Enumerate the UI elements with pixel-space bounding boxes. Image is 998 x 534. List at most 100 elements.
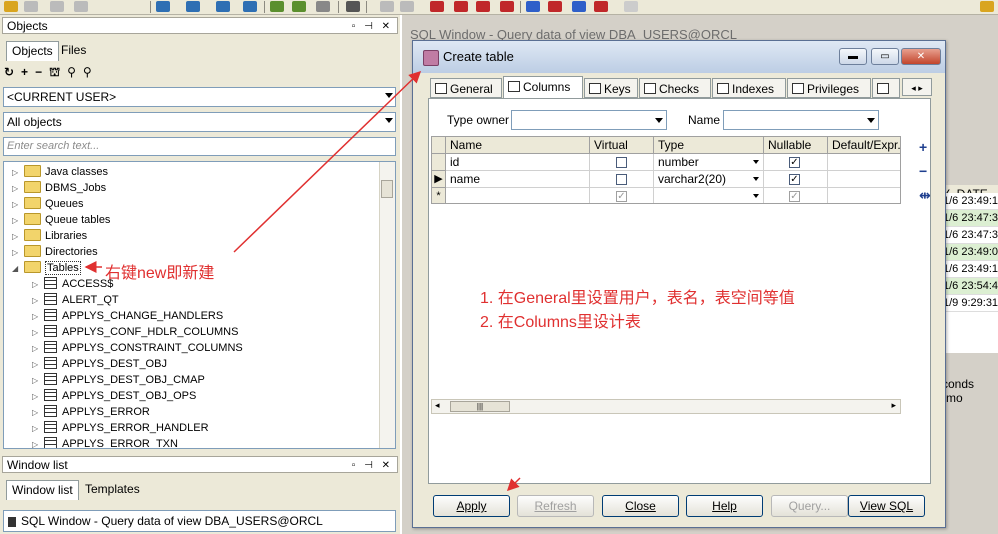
database-icon[interactable] — [156, 1, 170, 12]
checkbox-checked[interactable]: ✓ — [616, 191, 627, 202]
tab-files[interactable]: Files — [56, 41, 91, 61]
tree-folder-item[interactable]: ◢ Tables — [12, 260, 81, 276]
maximize-button[interactable]: ▭ — [871, 48, 899, 65]
arrow-left-icon[interactable] — [594, 1, 608, 12]
object-toolbar[interactable]: ↻+−⛫⚲⚲ — [4, 65, 99, 81]
tree-table-item[interactable]: ▷ APPLYS_ERROR_TXN — [32, 436, 178, 448]
database-icon[interactable] — [243, 1, 257, 12]
bookmark-icon[interactable] — [476, 1, 490, 12]
bookmark-icon[interactable] — [500, 1, 514, 12]
collapse-icon[interactable]: ◢ — [12, 261, 21, 277]
tree-folder-item[interactable]: ▷ Queues — [12, 196, 84, 212]
row-indicator[interactable]: ▶ — [432, 171, 446, 188]
tab-columns[interactable]: Columns — [503, 76, 583, 98]
tree-table-item[interactable]: ▷ APPLYS_ERROR — [32, 404, 150, 420]
check-icon[interactable] — [270, 1, 284, 12]
virtual-checkbox-cell[interactable] — [590, 154, 654, 171]
bookmark-icon[interactable] — [454, 1, 468, 12]
expand-icon[interactable]: ▷ — [32, 437, 41, 448]
expand-icon[interactable]: ▷ — [32, 405, 41, 421]
filter-combo[interactable]: All objects — [3, 112, 396, 132]
column-name-cell[interactable] — [446, 188, 590, 203]
columns-grid[interactable]: Name Virtual Type Nullable Default/Expr.… — [431, 136, 901, 204]
expand-icon[interactable]: ▷ — [12, 245, 21, 261]
chevron-down-icon[interactable] — [753, 194, 759, 198]
tree-table-item[interactable]: ▷ APPLYS_CONSTRAINT_COLUMNS — [32, 340, 243, 356]
help-button[interactable]: Help — [686, 495, 763, 517]
arrow-right-icon[interactable] — [526, 1, 540, 12]
column-default-cell[interactable] — [828, 171, 900, 188]
grid-icon[interactable] — [316, 1, 330, 12]
tree-table-item[interactable]: ▷ APPLYS_ERROR_HANDLER — [32, 420, 209, 436]
settings-icon[interactable] — [50, 1, 64, 12]
grid-header-name[interactable]: Name — [446, 137, 590, 154]
database-icon[interactable] — [186, 1, 200, 12]
arrow-icon[interactable] — [74, 1, 88, 12]
expand-icon[interactable]: ▷ — [32, 373, 41, 389]
expand-icon[interactable]: ▷ — [32, 341, 41, 357]
grid-header-nullable[interactable]: Nullable — [764, 137, 828, 154]
checkbox[interactable] — [616, 174, 627, 185]
expand-icon[interactable]: ▷ — [12, 165, 21, 181]
column-type-cell[interactable] — [654, 188, 764, 203]
expand-icon[interactable]: ▷ — [12, 229, 21, 245]
tree-table-item[interactable]: ▷ APPLYS_CONF_HDLR_COLUMNS — [32, 324, 238, 340]
chevron-down-icon[interactable] — [753, 177, 759, 181]
result-cell[interactable]: 1/6 23:49:1 — [943, 261, 998, 278]
result-cell[interactable]: 1/6 23:47:3 — [943, 210, 998, 227]
tab-checks[interactable]: Checks — [639, 78, 711, 98]
scroll-left-icon[interactable]: ◂ — [435, 400, 440, 411]
nullable-checkbox-cell[interactable]: ✓ — [764, 171, 828, 188]
scrollbar-thumb[interactable] — [381, 180, 393, 198]
grid-header-virtual[interactable]: Virtual — [590, 137, 654, 154]
grid-hscrollbar[interactable]: ◂ ||| ▸ — [431, 399, 901, 414]
view-sql-button[interactable]: View SQL — [848, 495, 925, 517]
tab-privileges[interactable]: Privileges — [787, 78, 871, 98]
tree-folder-item[interactable]: ▷ Java classes — [12, 164, 108, 180]
grid-header-type[interactable]: Type — [654, 137, 764, 154]
scroll-right-icon[interactable]: ▸ — [891, 400, 896, 411]
tree-table-item[interactable]: ▷ APPLYS_DEST_OBJ_OPS — [32, 388, 196, 404]
scrollbar-thumb[interactable]: ||| — [450, 401, 510, 412]
close-icon[interactable]: ✕ — [901, 48, 941, 65]
tab-scroll-arrows[interactable]: ◂ ▸ — [902, 78, 932, 96]
type-owner-combo[interactable] — [511, 110, 667, 130]
database-icon[interactable] — [216, 1, 230, 12]
help-icon[interactable] — [980, 1, 994, 12]
expand-icon[interactable]: ▷ — [32, 309, 41, 325]
expand-icon[interactable]: ▷ — [32, 277, 41, 293]
tree-table-item[interactable]: ▷ APPLYS_DEST_OBJ — [32, 356, 167, 372]
checkbox-checked[interactable]: ✓ — [789, 157, 800, 168]
bullet-icon[interactable] — [380, 1, 394, 12]
expand-icon[interactable]: ▷ — [12, 197, 21, 213]
tab-window-list[interactable]: Window list — [6, 480, 79, 500]
refresh-button[interactable]: Refresh — [517, 495, 594, 517]
wrench-icon[interactable] — [346, 1, 360, 12]
arrow-right-icon[interactable] — [572, 1, 586, 12]
minimize-button[interactable]: ▬ — [839, 48, 867, 65]
row-indicator[interactable] — [432, 154, 446, 171]
tab-templates[interactable]: Templates — [80, 480, 145, 500]
tree-table-item[interactable]: ▷ APPLYS_CHANGE_HANDLERS — [32, 308, 223, 324]
panel-buttons[interactable]: ▫ ⊣ ✕ — [352, 18, 393, 35]
window-icon[interactable] — [624, 1, 638, 12]
result-cell[interactable]: 1/9 9:29:31 — [943, 295, 998, 312]
result-cell[interactable]: 1/6 23:47:3 — [943, 227, 998, 244]
tree-folder-item[interactable]: ▷ Libraries — [12, 228, 87, 244]
user-combo[interactable]: <CURRENT USER> — [3, 87, 396, 107]
tab-objects[interactable]: Objects — [6, 41, 59, 61]
tab-indexes[interactable]: Indexes — [712, 78, 786, 98]
column-default-cell[interactable] — [828, 188, 900, 203]
apply-button[interactable]: Apply — [433, 495, 510, 517]
tree-table-item[interactable]: ▷ ALERT_QT — [32, 292, 119, 308]
window-list-item[interactable]: SQL Window - Query data of view DBA_USER… — [3, 510, 396, 532]
search-input[interactable]: Enter search text... — [3, 137, 396, 156]
move-column-icon[interactable]: ⇹ — [919, 187, 931, 204]
column-type-cell[interactable]: number — [654, 154, 764, 171]
virtual-checkbox-cell[interactable]: ✓ — [590, 188, 654, 203]
tree-scrollbar[interactable] — [379, 162, 395, 448]
expand-icon[interactable]: ▷ — [12, 181, 21, 197]
expand-icon[interactable]: ▷ — [12, 213, 21, 229]
tree-folder-item[interactable]: ▷ DBMS_Jobs — [12, 180, 106, 196]
tab-keys[interactable]: Keys — [584, 78, 638, 98]
